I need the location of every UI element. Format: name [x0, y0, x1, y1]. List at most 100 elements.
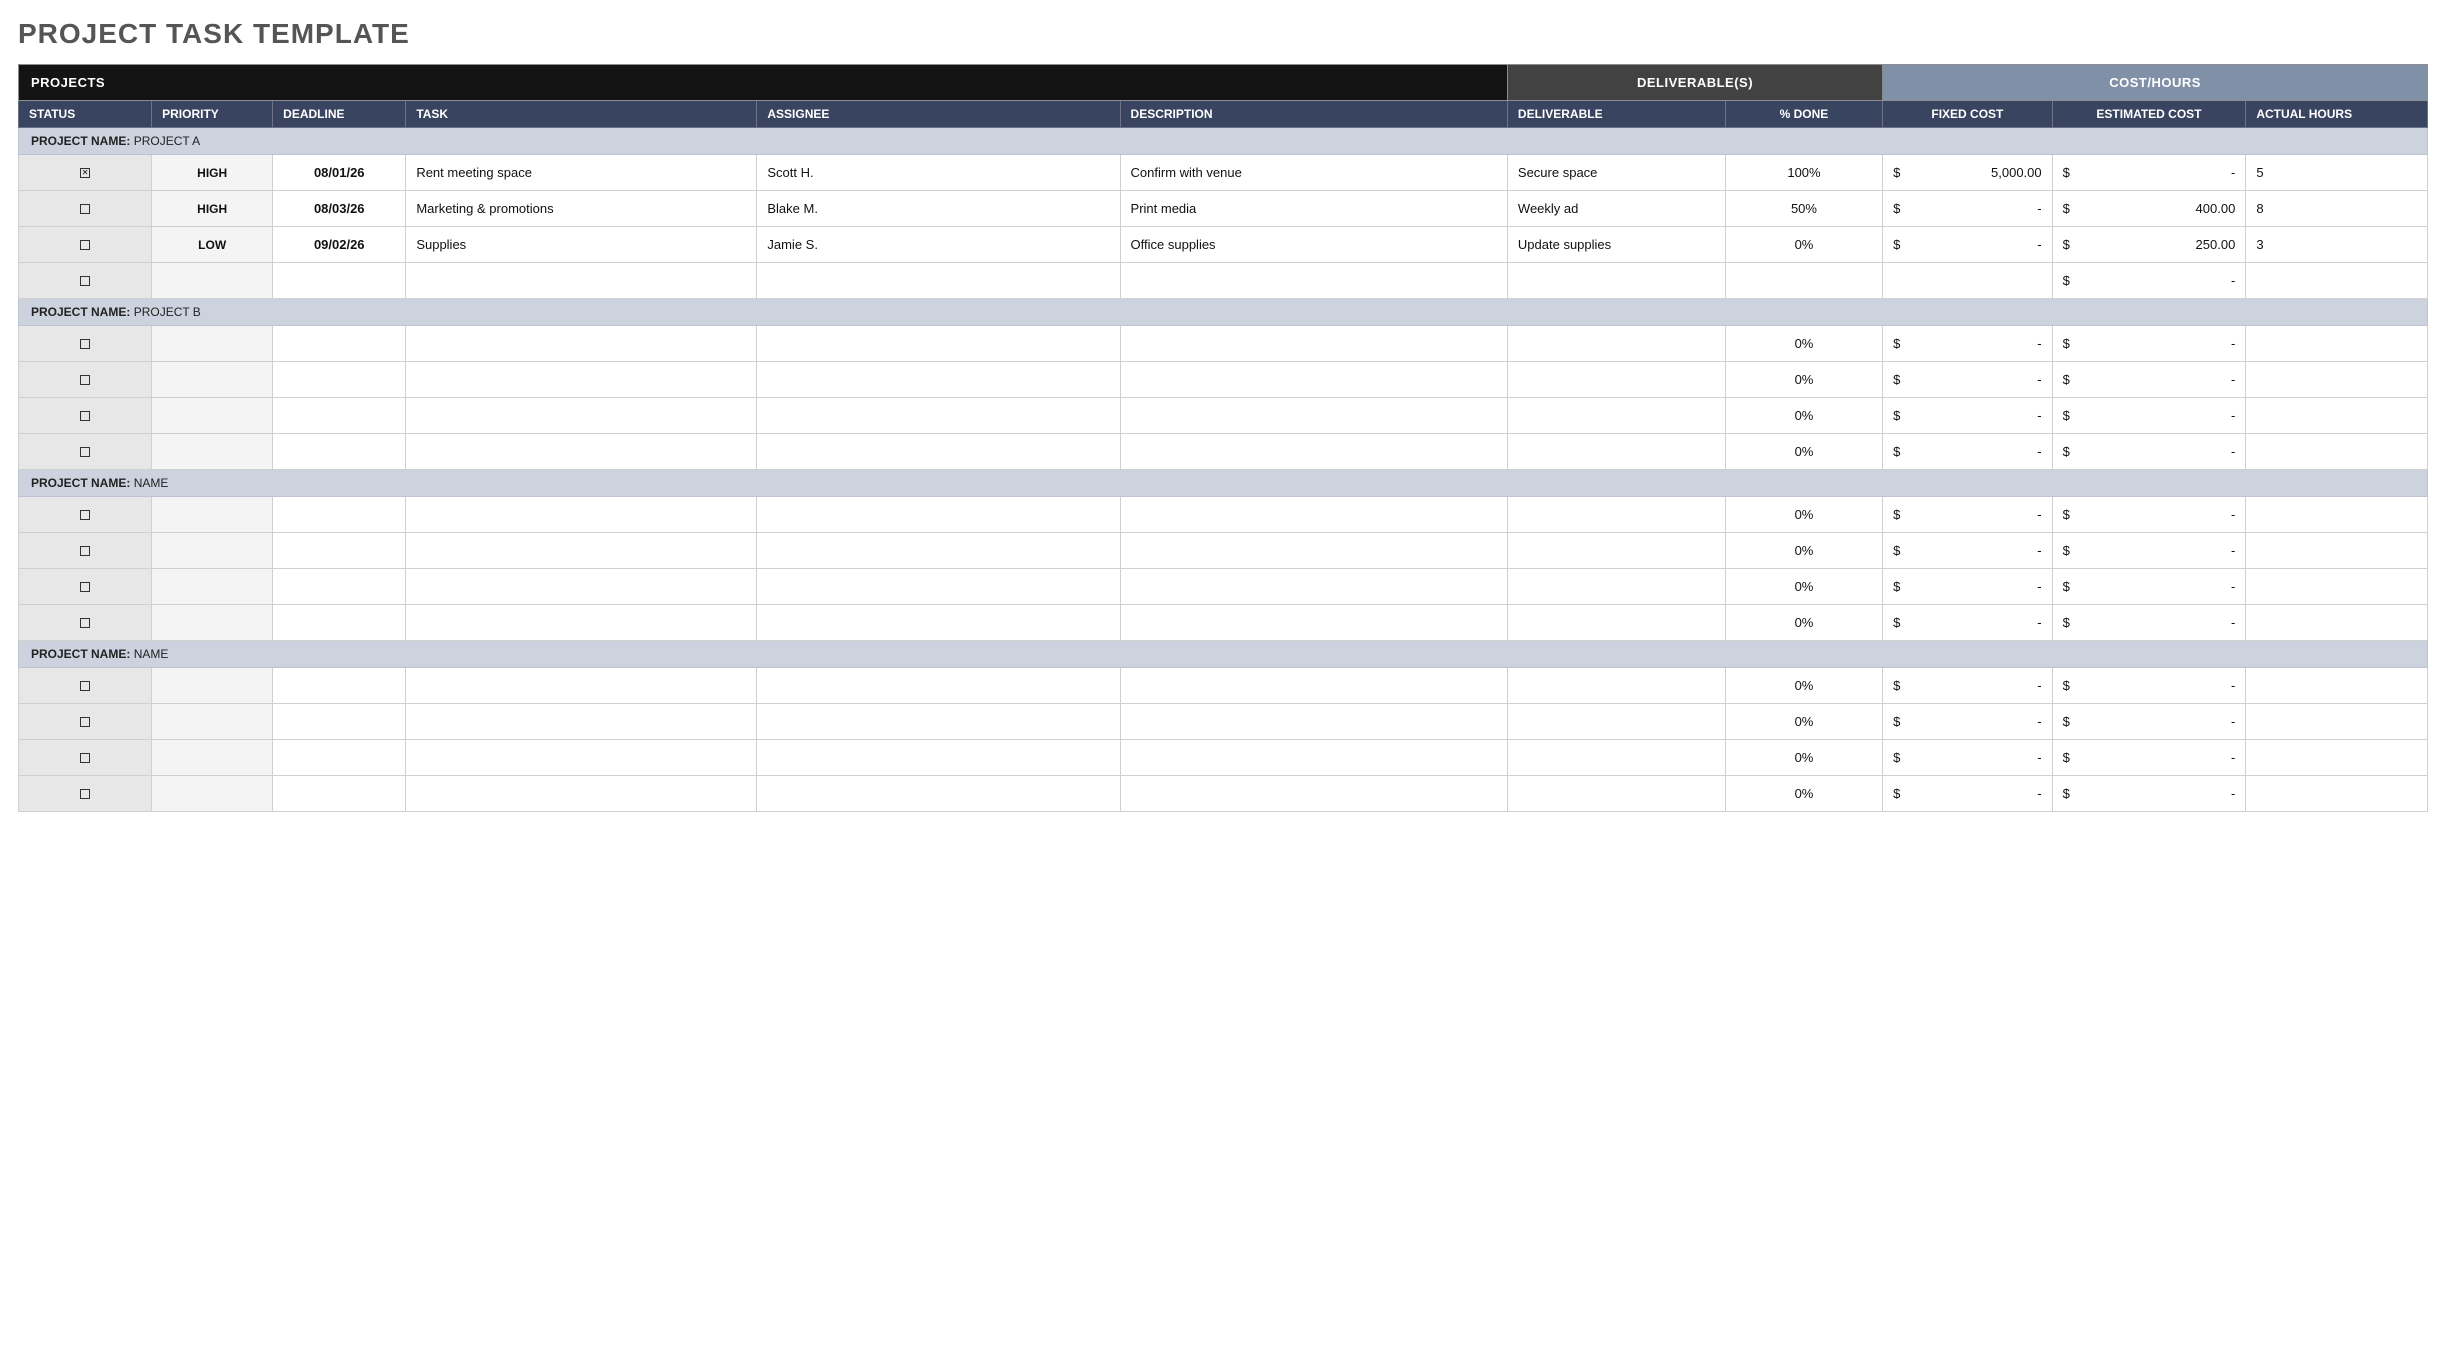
- cell-task[interactable]: [406, 497, 757, 533]
- cell-priority[interactable]: [152, 533, 273, 569]
- cell-task[interactable]: [406, 533, 757, 569]
- cell-assignee[interactable]: [757, 605, 1120, 641]
- cell-task[interactable]: [406, 776, 757, 812]
- cell-task[interactable]: Supplies: [406, 227, 757, 263]
- cell-deliverable[interactable]: [1507, 434, 1725, 470]
- cell-estimated-cost[interactable]: $-: [2052, 569, 2246, 605]
- checkbox-unchecked-icon[interactable]: [80, 717, 90, 727]
- cell-deliverable[interactable]: [1507, 533, 1725, 569]
- cell-priority[interactable]: [152, 497, 273, 533]
- cell-description[interactable]: [1120, 605, 1507, 641]
- cell-actual-hours[interactable]: 3: [2246, 227, 2428, 263]
- cell-fixed-cost[interactable]: $-: [1883, 497, 2052, 533]
- cell-deadline[interactable]: [273, 497, 406, 533]
- cell-fixed-cost[interactable]: $-: [1883, 191, 2052, 227]
- cell-status[interactable]: [19, 434, 152, 470]
- cell-task[interactable]: Rent meeting space: [406, 155, 757, 191]
- cell-estimated-cost[interactable]: $-: [2052, 533, 2246, 569]
- cell-status[interactable]: [19, 326, 152, 362]
- cell-fixed-cost[interactable]: $-: [1883, 533, 2052, 569]
- cell-deadline[interactable]: [273, 263, 406, 299]
- cell-deliverable[interactable]: [1507, 263, 1725, 299]
- cell-description[interactable]: [1120, 776, 1507, 812]
- cell-description[interactable]: [1120, 704, 1507, 740]
- cell-fixed-cost[interactable]: $-: [1883, 740, 2052, 776]
- cell-estimated-cost[interactable]: $-: [2052, 704, 2246, 740]
- cell-actual-hours[interactable]: [2246, 263, 2428, 299]
- cell-deadline[interactable]: [273, 605, 406, 641]
- cell-deadline[interactable]: [273, 740, 406, 776]
- checkbox-unchecked-icon[interactable]: [80, 582, 90, 592]
- cell-priority[interactable]: [152, 605, 273, 641]
- cell-pct-done[interactable]: 0%: [1725, 398, 1882, 434]
- cell-estimated-cost[interactable]: $-: [2052, 155, 2246, 191]
- cell-deadline[interactable]: [273, 776, 406, 812]
- cell-estimated-cost[interactable]: $-: [2052, 740, 2246, 776]
- cell-assignee[interactable]: [757, 533, 1120, 569]
- cell-priority[interactable]: LOW: [152, 227, 273, 263]
- cell-priority[interactable]: [152, 263, 273, 299]
- cell-fixed-cost[interactable]: $-: [1883, 605, 2052, 641]
- cell-priority[interactable]: [152, 398, 273, 434]
- cell-estimated-cost[interactable]: $-: [2052, 398, 2246, 434]
- checkbox-unchecked-icon[interactable]: [80, 618, 90, 628]
- cell-actual-hours[interactable]: [2246, 362, 2428, 398]
- cell-description[interactable]: Print media: [1120, 191, 1507, 227]
- cell-status[interactable]: [19, 776, 152, 812]
- cell-priority[interactable]: [152, 740, 273, 776]
- cell-pct-done[interactable]: 0%: [1725, 605, 1882, 641]
- cell-deliverable[interactable]: [1507, 776, 1725, 812]
- cell-task[interactable]: [406, 362, 757, 398]
- cell-description[interactable]: Office supplies: [1120, 227, 1507, 263]
- cell-fixed-cost[interactable]: $-: [1883, 668, 2052, 704]
- cell-fixed-cost[interactable]: $-: [1883, 434, 2052, 470]
- cell-actual-hours[interactable]: [2246, 740, 2428, 776]
- cell-description[interactable]: [1120, 398, 1507, 434]
- cell-deadline[interactable]: [273, 569, 406, 605]
- cell-actual-hours[interactable]: 8: [2246, 191, 2428, 227]
- cell-estimated-cost[interactable]: $-: [2052, 668, 2246, 704]
- cell-task[interactable]: [406, 668, 757, 704]
- cell-actual-hours[interactable]: [2246, 569, 2428, 605]
- cell-fixed-cost[interactable]: $-: [1883, 326, 2052, 362]
- cell-description[interactable]: [1120, 263, 1507, 299]
- cell-pct-done[interactable]: 0%: [1725, 497, 1882, 533]
- cell-priority[interactable]: [152, 776, 273, 812]
- cell-fixed-cost[interactable]: $-: [1883, 362, 2052, 398]
- cell-assignee[interactable]: [757, 326, 1120, 362]
- cell-deadline[interactable]: [273, 398, 406, 434]
- checkbox-unchecked-icon[interactable]: [80, 510, 90, 520]
- cell-assignee[interactable]: [757, 434, 1120, 470]
- cell-estimated-cost[interactable]: $250.00: [2052, 227, 2246, 263]
- cell-assignee[interactable]: [757, 740, 1120, 776]
- checkbox-unchecked-icon[interactable]: [80, 240, 90, 250]
- checkbox-unchecked-icon[interactable]: [80, 447, 90, 457]
- cell-assignee[interactable]: Blake M.: [757, 191, 1120, 227]
- cell-pct-done[interactable]: 0%: [1725, 569, 1882, 605]
- checkbox-unchecked-icon[interactable]: [80, 276, 90, 286]
- cell-deliverable[interactable]: [1507, 326, 1725, 362]
- cell-deadline[interactable]: [273, 533, 406, 569]
- cell-deadline[interactable]: 09/02/26: [273, 227, 406, 263]
- cell-estimated-cost[interactable]: $-: [2052, 497, 2246, 533]
- cell-priority[interactable]: [152, 569, 273, 605]
- checkbox-unchecked-icon[interactable]: [80, 789, 90, 799]
- cell-estimated-cost[interactable]: $-: [2052, 776, 2246, 812]
- cell-task[interactable]: [406, 740, 757, 776]
- cell-actual-hours[interactable]: [2246, 326, 2428, 362]
- cell-estimated-cost[interactable]: $-: [2052, 326, 2246, 362]
- cell-priority[interactable]: [152, 326, 273, 362]
- cell-deadline[interactable]: [273, 362, 406, 398]
- cell-description[interactable]: Confirm with venue: [1120, 155, 1507, 191]
- cell-priority[interactable]: [152, 434, 273, 470]
- cell-priority[interactable]: [152, 362, 273, 398]
- cell-actual-hours[interactable]: 5: [2246, 155, 2428, 191]
- checkbox-checked-icon[interactable]: [80, 168, 90, 178]
- cell-assignee[interactable]: [757, 569, 1120, 605]
- cell-status[interactable]: [19, 740, 152, 776]
- cell-deliverable[interactable]: [1507, 362, 1725, 398]
- checkbox-unchecked-icon[interactable]: [80, 204, 90, 214]
- cell-estimated-cost[interactable]: $-: [2052, 434, 2246, 470]
- cell-fixed-cost[interactable]: $-: [1883, 398, 2052, 434]
- cell-deliverable[interactable]: [1507, 704, 1725, 740]
